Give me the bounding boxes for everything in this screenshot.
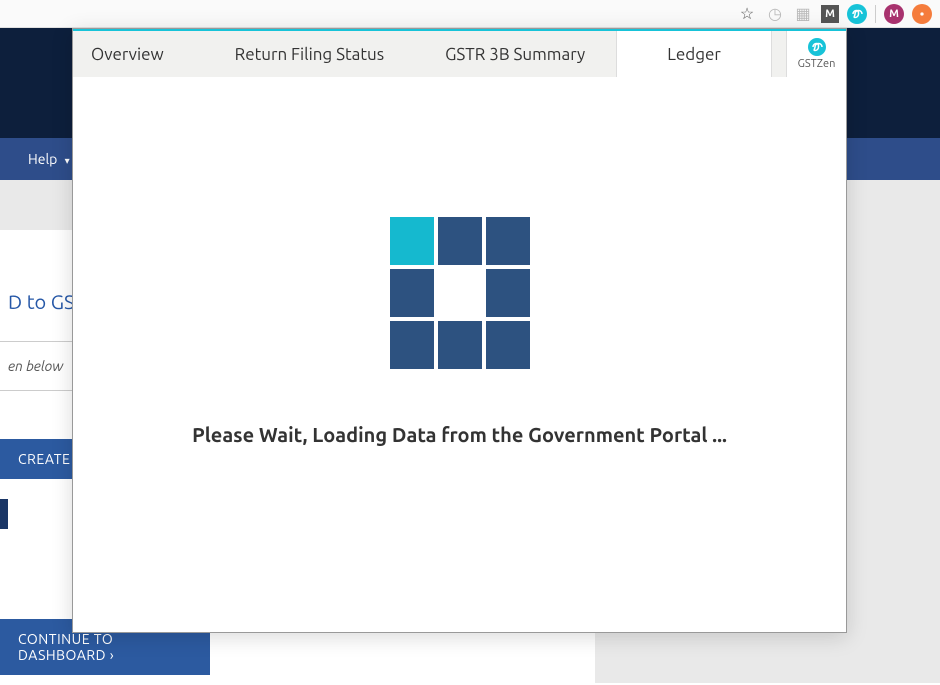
profile-avatar[interactable]: M — [884, 4, 904, 24]
loader-cell — [390, 269, 434, 317]
m-extension-icon[interactable]: M — [821, 5, 839, 23]
loader-cell — [486, 269, 530, 317]
tab-ledger[interactable]: Ledger — [616, 31, 772, 77]
extension-popup: Overview Return Filing Status GSTR 3B Su… — [72, 28, 847, 633]
loader-cell — [438, 217, 482, 265]
tab-overview[interactable]: Overview — [73, 31, 205, 77]
tab-return-filing-status[interactable]: Return Filing Status — [205, 31, 415, 77]
toolbar-divider — [875, 5, 876, 23]
brand-badge[interactable]: GSTZen — [786, 31, 846, 77]
chevron-down-icon: ▾ — [65, 155, 70, 166]
loader-cell — [486, 321, 530, 369]
tab-gstr-3b-summary[interactable]: GSTR 3B Summary — [415, 31, 616, 77]
loader-cell — [390, 217, 434, 265]
loading-spinner — [390, 217, 530, 369]
popup-body: Please Wait, Loading Data from the Gover… — [73, 77, 846, 632]
browser-toolbar: ☆ ◷ ▦ M M — [0, 0, 940, 28]
loading-message: Please Wait, Loading Data from the Gover… — [192, 423, 727, 446]
help-label: Help — [28, 151, 57, 167]
gstzen-extension-icon[interactable] — [847, 4, 867, 24]
exit-icon[interactable] — [912, 4, 932, 24]
loader-cell — [390, 321, 434, 369]
help-menu[interactable]: Help ▾ — [28, 151, 70, 167]
grid-extension-icon[interactable]: ▦ — [793, 4, 813, 24]
loader-cell — [486, 217, 530, 265]
loader-cell — [438, 321, 482, 369]
popup-tab-bar: Overview Return Filing Status GSTR 3B Su… — [73, 29, 846, 77]
star-icon[interactable]: ☆ — [737, 4, 757, 24]
gstzen-logo-icon — [808, 38, 826, 56]
clock-icon[interactable]: ◷ — [765, 4, 785, 24]
brand-label: GSTZen — [798, 58, 836, 70]
partial-element — [0, 499, 8, 529]
loader-cell — [438, 269, 482, 317]
